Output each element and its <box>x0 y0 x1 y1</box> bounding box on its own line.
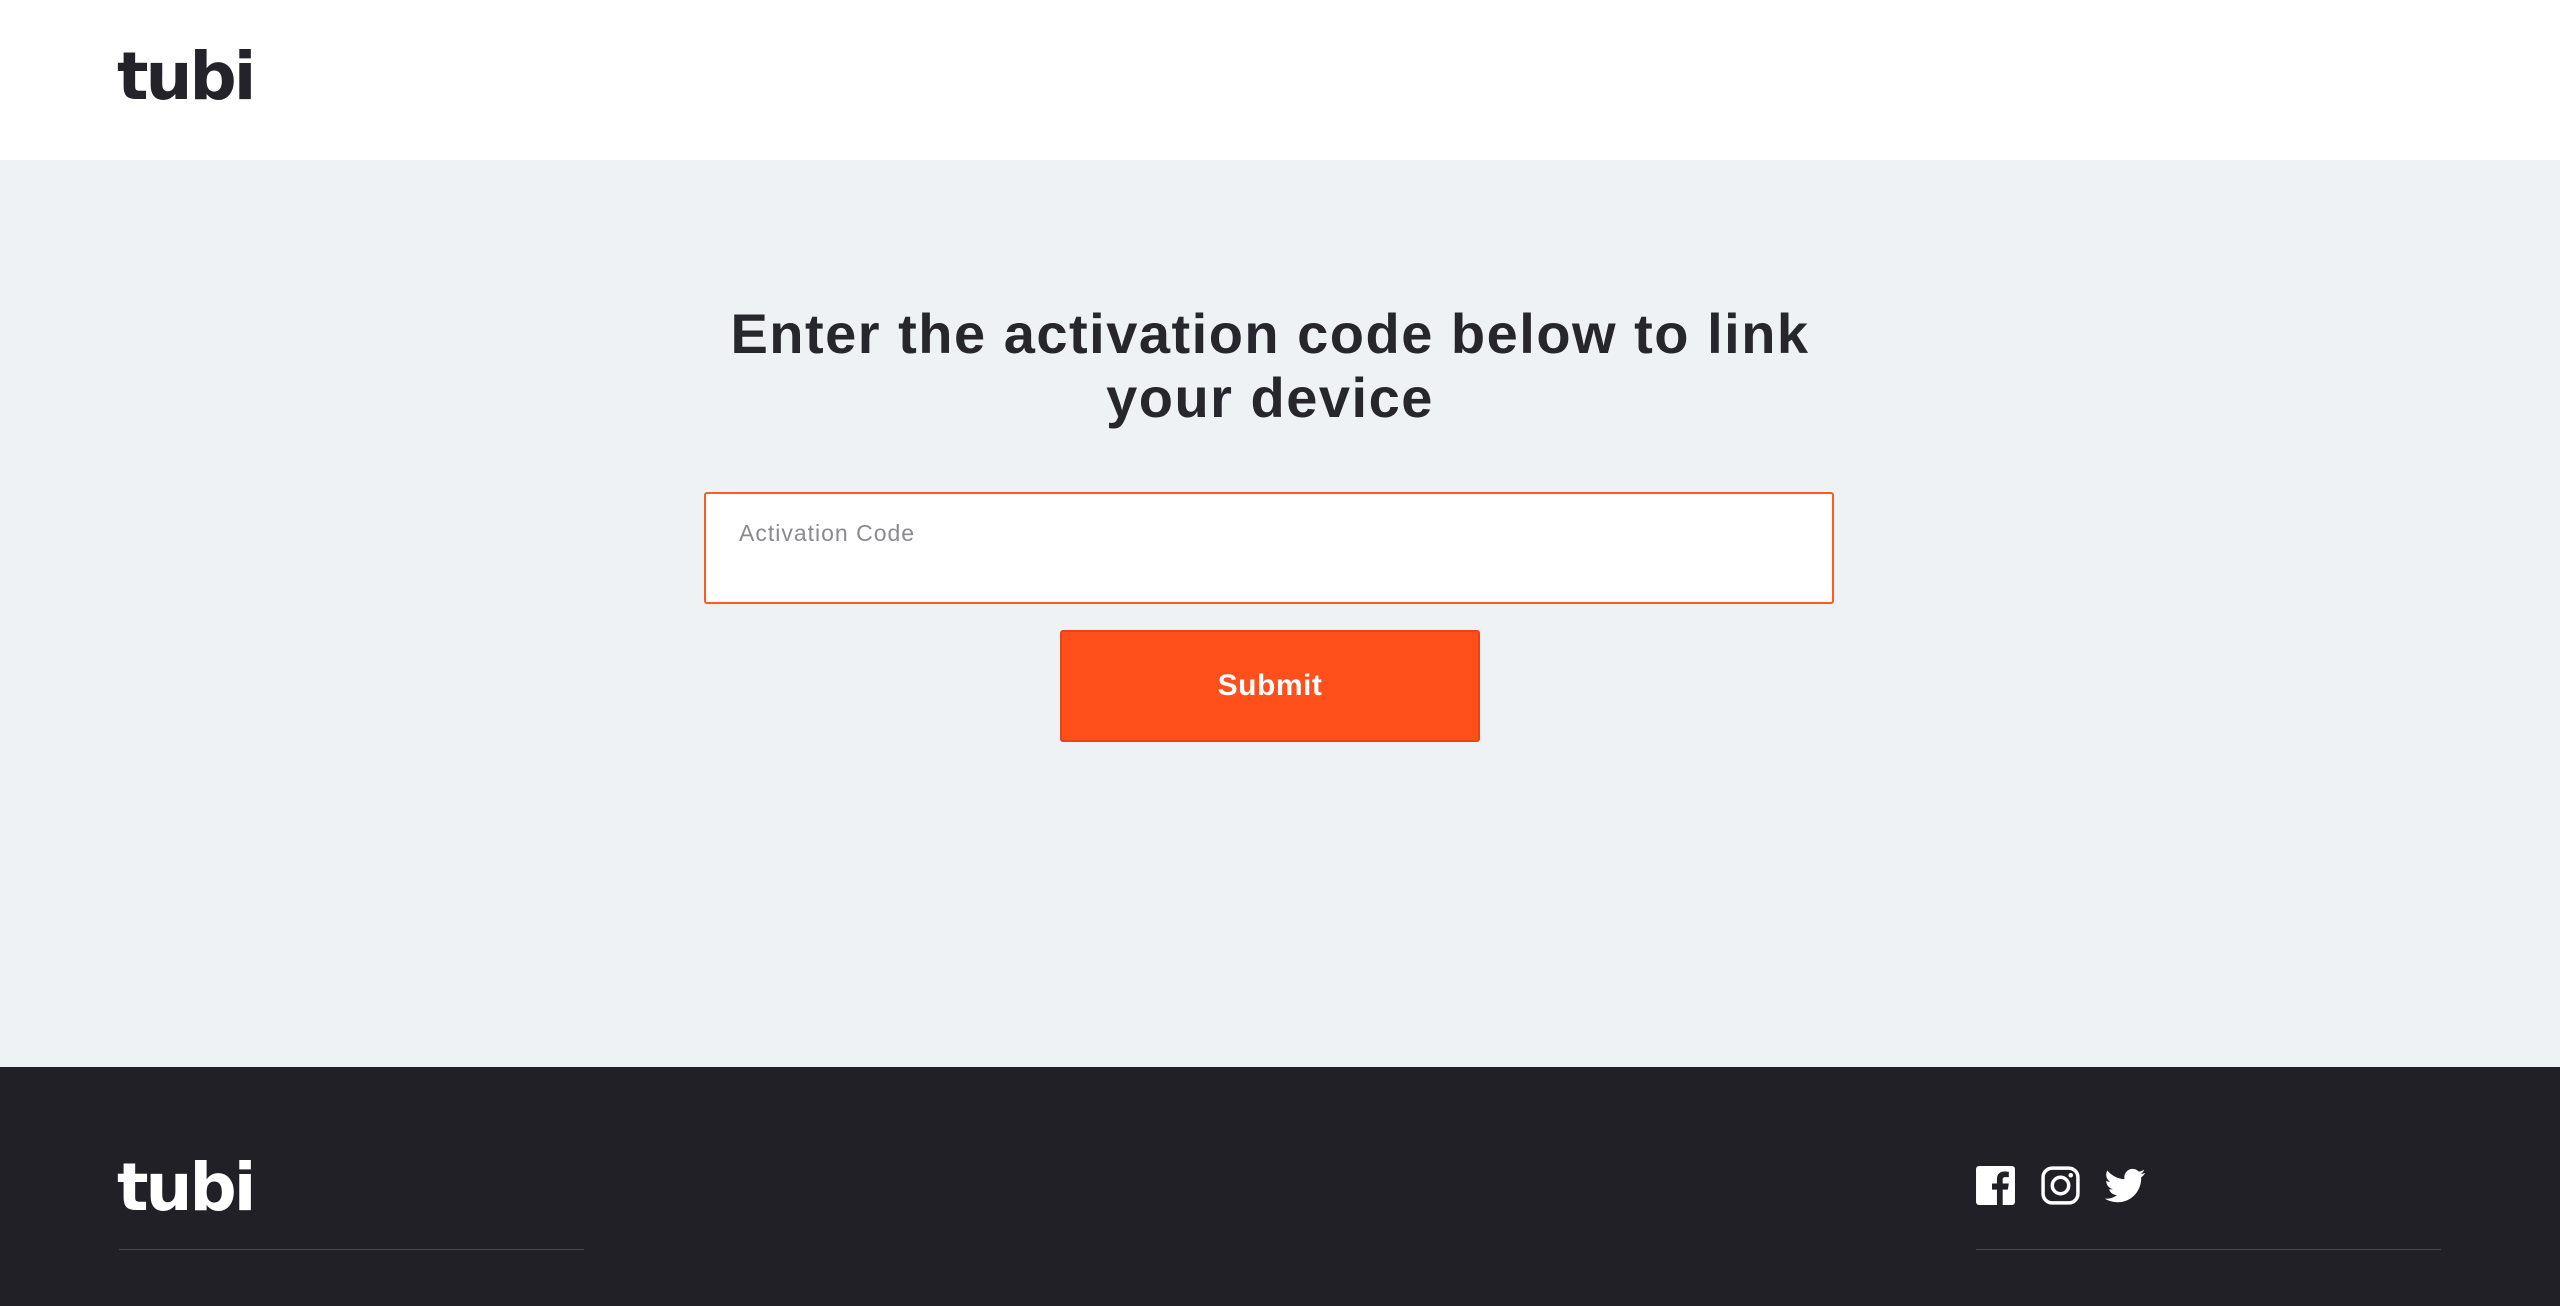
instagram-icon <box>2041 1166 2080 1205</box>
activation-code-input[interactable] <box>737 552 1801 590</box>
footer-tubi-logo[interactable]: tubi <box>117 1155 256 1221</box>
activation-code-field[interactable]: Activation Code <box>704 492 1834 604</box>
site-footer: tubi <box>0 1067 2560 1306</box>
activation-section: Enter the activation code below to link … <box>0 160 2560 1067</box>
footer-divider-right <box>1976 1249 2441 1250</box>
facebook-link[interactable] <box>1975 1165 2016 1206</box>
social-links <box>1975 1165 2146 1206</box>
twitter-link[interactable] <box>2105 1165 2146 1206</box>
twitter-icon <box>2105 1168 2146 1203</box>
page-title: Enter the activation code below to link … <box>730 302 1810 429</box>
submit-button[interactable]: Submit <box>1060 630 1480 742</box>
footer-divider-left <box>119 1249 584 1250</box>
facebook-icon <box>1976 1166 2015 1205</box>
activation-code-label: Activation Code <box>739 520 916 546</box>
tubi-logo[interactable]: tubi <box>117 44 256 110</box>
instagram-link[interactable] <box>2040 1165 2081 1206</box>
site-header: tubi <box>0 0 2560 160</box>
